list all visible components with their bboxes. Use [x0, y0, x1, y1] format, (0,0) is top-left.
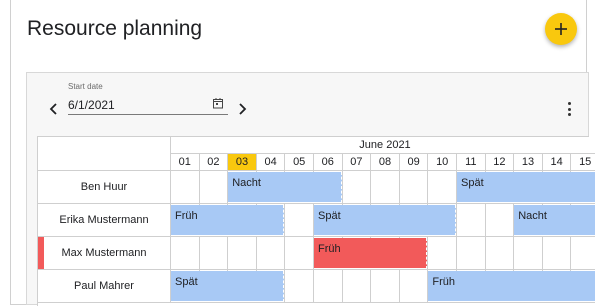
schedule-cell[interactable] [542, 237, 572, 270]
resource-name: Max Mustermann [38, 237, 171, 270]
scheduler-toolbar: Start date [27, 73, 588, 133]
schedule-cell[interactable] [457, 204, 486, 237]
resource-name: Paul Mahrer [38, 270, 171, 303]
day-header[interactable]: 11 [457, 154, 486, 171]
schedule-cell[interactable] [371, 270, 400, 303]
day-header[interactable]: 14 [542, 154, 572, 171]
grid-corner [38, 137, 171, 171]
assignment-label: Früh [175, 210, 198, 222]
start-date-label: Start date [68, 82, 103, 91]
schedule-cell[interactable] [371, 171, 400, 204]
schedule-cell[interactable] [285, 270, 314, 303]
schedule-cell[interactable] [457, 237, 486, 270]
schedule-cell[interactable] [399, 171, 429, 204]
assignment-bar[interactable]: Früh [171, 205, 285, 236]
assignment-bar[interactable]: Nacht [514, 205, 595, 236]
day-header[interactable]: 05 [285, 154, 314, 171]
resource-alert-marker [38, 237, 44, 269]
day-header[interactable]: 04 [256, 154, 286, 171]
assignment-label: Spät [175, 276, 198, 288]
schedule-cell[interactable] [199, 171, 229, 204]
day-header[interactable]: 01 [171, 154, 200, 171]
assignment-label: Früh [318, 243, 341, 255]
schedule-cell[interactable] [285, 204, 314, 237]
assignment-label: Nacht [518, 210, 547, 222]
assignment-label: Spät [461, 177, 484, 189]
schedule-cell[interactable] [342, 171, 372, 204]
schedule-cell[interactable] [428, 237, 457, 270]
schedule-cell[interactable] [342, 270, 372, 303]
assignment-label: Spät [318, 210, 341, 222]
day-header[interactable]: 09 [399, 154, 429, 171]
day-header[interactable]: 02 [199, 154, 229, 171]
plus-icon [555, 23, 567, 35]
schedule-cell[interactable] [256, 237, 286, 270]
day-header[interactable]: 06 [314, 154, 343, 171]
schedule-cell[interactable] [228, 237, 257, 270]
chevron-left-icon[interactable] [47, 101, 61, 117]
day-header-today[interactable]: 03 [228, 154, 257, 171]
schedule-cell[interactable] [285, 237, 314, 270]
day-header[interactable]: 12 [485, 154, 515, 171]
schedule-cell[interactable] [428, 171, 457, 204]
schedule-cell[interactable] [314, 270, 343, 303]
assignment-label: Nacht [232, 177, 261, 189]
schedule-grid: June 2021 01 02 03 04 05 06 07 08 09 10 11 12 13 14 15 B… [37, 136, 595, 306]
more-vert-icon[interactable] [564, 100, 574, 118]
schedule-cell[interactable] [399, 270, 429, 303]
schedule-cell[interactable] [514, 237, 543, 270]
schedule-cell[interactable] [199, 237, 229, 270]
assignment-bar[interactable]: Früh [428, 271, 595, 302]
resource-planning-card: Resource planning Start date 6/1/2021 Ju… [10, 0, 595, 306]
schedule-cell[interactable] [485, 204, 515, 237]
assignment-bar[interactable]: Früh [314, 238, 428, 269]
assignment-bar[interactable]: Nacht [228, 172, 342, 203]
assignment-label: Früh [432, 276, 456, 288]
day-header[interactable]: 10 [428, 154, 457, 171]
chevron-right-icon[interactable] [235, 101, 249, 117]
add-button[interactable] [545, 13, 577, 45]
day-header[interactable]: 13 [514, 154, 543, 171]
day-header[interactable]: 08 [371, 154, 400, 171]
page-title: Resource planning [27, 17, 203, 40]
schedule-cell[interactable] [571, 237, 595, 270]
calendar-icon[interactable] [212, 97, 224, 109]
day-header[interactable]: 15 [571, 154, 595, 171]
day-header[interactable]: 07 [342, 154, 372, 171]
schedule-cell[interactable] [171, 237, 200, 270]
assignment-bar[interactable]: Spät [171, 271, 285, 302]
month-header: June 2021 [171, 137, 595, 154]
assignment-bar[interactable]: Spät [457, 172, 595, 203]
resource-name: Erika Mustermann [38, 204, 171, 237]
schedule-cell[interactable] [171, 171, 200, 204]
scheduler-panel: Start date June 202101020304050607080910… [26, 72, 595, 306]
resource-name: Ben Huur [38, 171, 171, 204]
assignment-bar[interactable]: Spät [314, 205, 456, 236]
start-date-input[interactable] [68, 95, 228, 115]
schedule-cell[interactable] [485, 237, 515, 270]
